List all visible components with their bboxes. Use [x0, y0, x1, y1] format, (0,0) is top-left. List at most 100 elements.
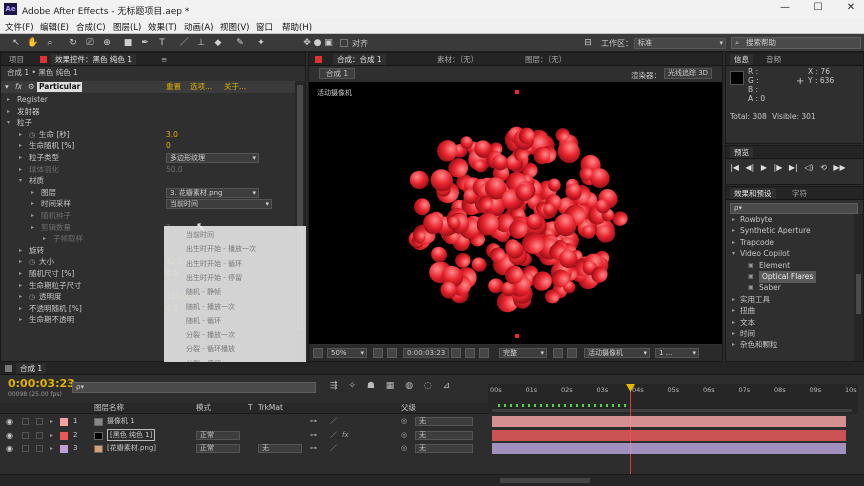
menu-composition[interactable]: 合成(C)	[76, 21, 106, 33]
layer-trkmat-select[interactable]: 无	[258, 444, 302, 453]
audio-icon[interactable]: ◁)	[804, 163, 813, 172]
param-expander-icon[interactable]: ▸	[7, 94, 15, 106]
param-expander-icon[interactable]: ▸	[19, 129, 27, 141]
clone-tool-icon[interactable]: ⊥	[195, 37, 207, 49]
tab-audio[interactable]: 音频	[762, 54, 785, 65]
motion-blur-icon[interactable]: ◍	[405, 381, 413, 391]
label-color-swatch[interactable]	[60, 445, 68, 453]
tab-timeline-comp[interactable]: 合成 1	[16, 363, 47, 374]
comp-lock-icon[interactable]	[315, 56, 322, 63]
shy-switch-icon[interactable]: ⊶	[310, 415, 317, 428]
draft-3d-icon[interactable]: ✧	[348, 381, 356, 391]
solo-checkbox[interactable]	[22, 445, 29, 452]
show-snapshot-icon[interactable]	[465, 348, 475, 358]
roto-brush-icon[interactable]: ✎	[234, 37, 246, 49]
effects-scrollbar-thumb[interactable]	[856, 274, 861, 314]
comp-mini-flow-icon[interactable]: ⇶	[330, 381, 338, 391]
effects-tree-item[interactable]: ▸ Rowbyte	[726, 214, 854, 226]
quality-switch-icon[interactable]: ／	[330, 442, 337, 455]
view-select[interactable]: 活动摄像机	[584, 348, 650, 358]
tab-composition[interactable]: 合成：合成 1	[333, 54, 386, 65]
region-icon[interactable]	[553, 348, 563, 358]
effects-tree-item[interactable]: ▣ Optical Flares	[726, 271, 854, 283]
visibility-eye-icon[interactable]: ◉	[6, 442, 13, 455]
brainstorm-icon[interactable]: ◌	[424, 381, 432, 391]
parent-pickwhip-icon[interactable]: ◎	[401, 442, 407, 455]
workspace-select[interactable]: 标准	[634, 38, 726, 49]
time-ruler[interactable]: 00s 01s 02s 03s 04s 05s 06s 07s 08s 09s 10s	[488, 384, 858, 414]
eraser-tool-icon[interactable]: ◆	[212, 37, 224, 49]
stopwatch-icon[interactable]: ◷	[29, 256, 39, 268]
transparency-grid-icon[interactable]	[567, 348, 577, 358]
tab-project[interactable]: 项目	[5, 54, 28, 65]
layer-row[interactable]: ◉ ▸ 1 摄像机 1 ⊶ ／ ◎ 无	[0, 415, 864, 428]
fx-switch-icon[interactable]: fx	[342, 429, 349, 442]
reset-link[interactable]: 重置	[166, 81, 181, 93]
parent-pickwhip-icon[interactable]: ◎	[401, 429, 407, 442]
type-tool-icon[interactable]: T	[156, 37, 168, 49]
play-icon[interactable]: ▶	[761, 163, 767, 172]
timeline-timecode[interactable]: 0:00:03:23	[8, 377, 75, 390]
stopwatch-icon[interactable]: ◷	[29, 291, 39, 303]
menu-view[interactable]: 视图(V)	[220, 21, 249, 33]
param-dropdown[interactable]: 多边形纹理	[166, 153, 259, 163]
param-expander-icon[interactable]: ▸	[19, 164, 27, 176]
layer-name[interactable]: 摄像机 1	[107, 415, 135, 428]
panel-menu-icon[interactable]: ≡	[157, 54, 171, 65]
snapshot-icon[interactable]	[451, 348, 461, 358]
timeline-close-icon[interactable]	[5, 365, 12, 372]
param-row[interactable]: ▸ 随机种子	[1, 210, 295, 222]
param-dropdown[interactable]: 当前时间	[166, 199, 272, 210]
parent-select[interactable]: 无	[415, 444, 473, 453]
tab-effects-presets[interactable]: 效果和预设	[730, 188, 776, 199]
shy-switch-icon[interactable]: ⊶	[310, 442, 317, 455]
tab-info[interactable]: 信息	[730, 54, 753, 65]
quality-switch-icon[interactable]: ／	[330, 429, 337, 442]
camera-tool-icon[interactable]: ⎚	[84, 37, 96, 49]
parent-select[interactable]: 无	[415, 417, 473, 426]
quality-switch-icon[interactable]: ／	[330, 415, 337, 428]
shy-icon[interactable]: ☗	[367, 381, 375, 391]
effects-tree-item[interactable]: ▸ 文本	[726, 317, 854, 329]
channel-icon[interactable]	[479, 348, 489, 358]
label-color-swatch[interactable]	[60, 418, 68, 426]
param-expander-icon[interactable]: ▸	[19, 268, 27, 280]
param-expander-icon[interactable]: ▸	[19, 140, 27, 152]
pan-behind-tool-icon[interactable]: ⊕	[101, 37, 113, 49]
tab-character[interactable]: 字符	[788, 188, 811, 199]
tab-effect-controls[interactable]: 效果控件：黑色 纯色 1	[51, 54, 137, 65]
tab-layer[interactable]: 图层：（无）	[521, 54, 570, 65]
param-expander-icon[interactable]: ▸	[19, 280, 27, 292]
pen-tool-icon[interactable]: ✒	[139, 37, 151, 49]
param-row[interactable]: ▸ 粒子类型 多边形纹理	[1, 152, 295, 164]
effects-tree-item[interactable]: ▸ Trapcode	[726, 237, 854, 249]
menu-edit[interactable]: 编辑(E)	[40, 21, 69, 33]
param-value[interactable]: 50.0	[166, 164, 183, 176]
views-count-select[interactable]: 1 ...	[655, 348, 699, 358]
menu-file[interactable]: 文件(F)	[5, 21, 34, 33]
menu-option[interactable]: 分裂 - 播放一次	[186, 329, 235, 341]
options-link[interactable]: 选项...	[190, 81, 212, 93]
lock-icon[interactable]	[40, 56, 47, 63]
shy-switch-icon[interactable]: ⊶	[310, 429, 317, 442]
parent-select[interactable]: 无	[415, 430, 473, 440]
stopwatch-icon[interactable]: ◷	[29, 129, 39, 141]
mask-tool-icon[interactable]: ■	[122, 37, 134, 49]
menu-help[interactable]: 帮助(H)	[282, 21, 312, 33]
visibility-eye-icon[interactable]: ◉	[6, 429, 13, 442]
layer-duration-bar[interactable]	[492, 429, 846, 441]
next-frame-icon[interactable]: |▶	[774, 163, 783, 172]
param-row[interactable]: ▸ 发射器	[1, 106, 295, 118]
parent-pickwhip-icon[interactable]: ◎	[401, 415, 407, 428]
close-button[interactable]: ✕	[845, 2, 857, 14]
comp-name-tab[interactable]: 合成 1	[319, 68, 356, 79]
param-row[interactable]: ▸ 时间采样 当前时间	[1, 198, 295, 210]
param-row[interactable]: ▾ 粒子	[1, 117, 295, 129]
label-color-swatch[interactable]	[60, 431, 68, 440]
layer-expand-icon[interactable]: ▸	[50, 429, 53, 442]
layer-name[interactable]: [花瓣素材.png]	[107, 442, 156, 455]
snap-checkbox[interactable]	[340, 39, 348, 47]
mask-vis-icon[interactable]	[387, 348, 397, 358]
param-expander-icon[interactable]: ▸	[31, 198, 39, 210]
resolution-select[interactable]: 完整	[499, 348, 547, 358]
